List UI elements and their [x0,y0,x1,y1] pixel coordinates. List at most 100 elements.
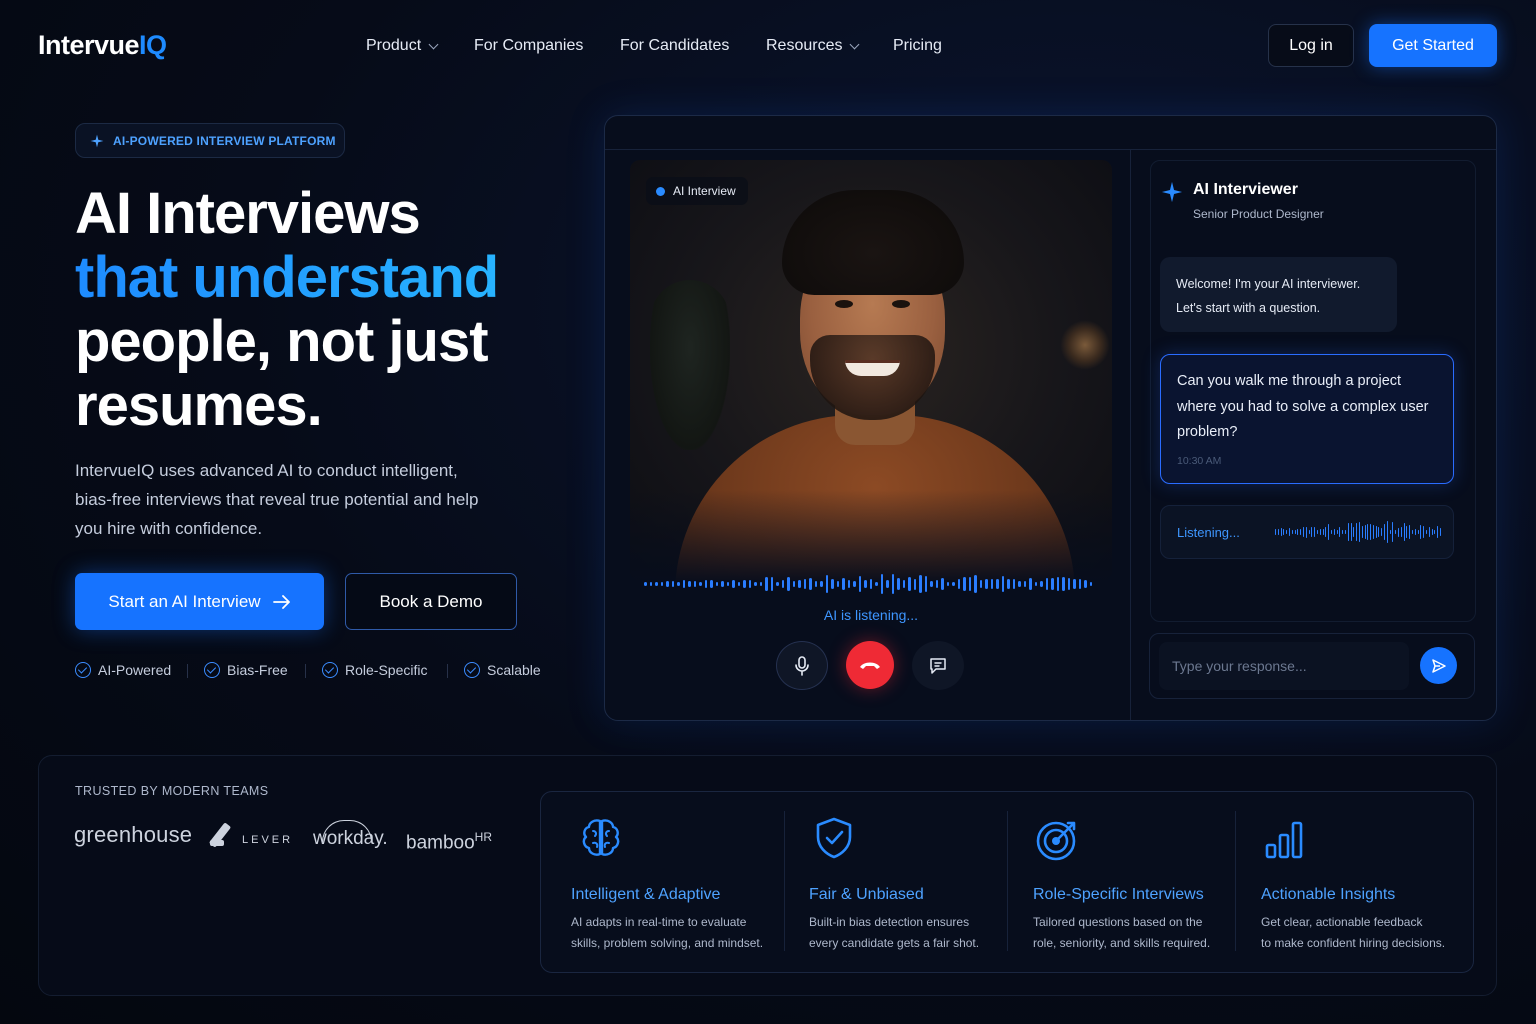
waveform-bar [825,575,828,593]
waveform-bar [748,580,751,588]
end-call-button[interactable] [846,641,894,689]
candidate-hair [782,190,964,295]
response-input[interactable] [1159,642,1409,690]
waveform-bar [941,578,944,590]
feature-desc-line: AI adapts in real-time to evaluate [571,915,747,929]
nav-item-label: Resources [766,37,843,54]
lever-mark-icon [210,822,234,846]
waveform-bar [913,578,916,590]
feature-title: Fair & Unbiased [809,886,924,903]
welcome-line: Let's start with a question. [1176,301,1321,315]
waveform-bar [1023,580,1026,588]
waveform-bar [759,582,762,586]
hero-title-line4: resumes. [75,373,323,438]
feature-tag-label: Role-Specific [345,662,428,678]
sparkle-icon [1161,181,1183,203]
nav-item-product[interactable]: Product [366,37,439,55]
bamboohr-logo: bambooHR [406,830,492,854]
welcome-line: Welcome! I'm your AI interviewer. [1176,277,1361,291]
chat-button[interactable] [912,641,964,690]
waveform-bar [1089,582,1092,586]
nav-item-for-companies[interactable]: For Companies [474,37,583,55]
waveform-bar [660,581,663,586]
waveform-bar [776,581,779,587]
nav-item-label: Pricing [893,37,942,54]
waveform-bar [809,577,812,591]
get-started-button[interactable]: Get Started [1369,24,1497,67]
waveform-bar [792,581,795,587]
logo-main-text: Intervue [38,30,140,60]
waveform-bar [1073,578,1076,590]
feature-title: Actionable Insights [1261,886,1396,903]
feature-tag-scalable: Scalable [464,662,541,678]
logo-accent-text: IQ [139,30,167,60]
waveform-bar [655,582,658,586]
brain-icon [582,819,620,856]
check-circle-icon [464,662,480,678]
waveform-bar [897,578,900,590]
feature-title: Role-Specific Interviews [1033,886,1204,903]
waveform-bar [908,576,911,592]
shield-check-icon [816,817,852,859]
waveform-bar [715,582,718,586]
nav-item-resources[interactable]: Resources [766,37,860,55]
waveform-bar [836,580,839,588]
waveform-bar [726,581,729,587]
waveform-bar [666,581,669,587]
feature-tag-label: AI-Powered [98,662,172,678]
brand-logo[interactable]: IntervueIQ [38,30,167,61]
divider [784,811,785,951]
arrow-right-icon [272,594,290,609]
listening-label: Listening... [1177,524,1240,540]
waveform-bar [858,576,861,592]
waveform-bar [886,580,889,588]
waveform-bar [1084,579,1087,589]
waveform-bar [1034,581,1037,587]
send-button[interactable] [1420,647,1457,684]
candidate-eye [835,300,853,308]
sparkle-icon [90,134,104,147]
waveform-bar [721,580,724,588]
trusted-label: TRUSTED BY MODERN TEAMS [75,784,269,798]
panel-divider [1130,150,1131,720]
nav-item-label: For Companies [474,37,584,54]
waveform-bar [968,577,971,591]
divider [187,664,188,678]
feature-description: Built-in bias detection ensures every can… [809,912,1014,954]
waveform-bar [902,580,905,588]
start-ai-interview-button[interactable]: Start an AI Interview [75,573,324,630]
divider [305,664,306,678]
waveform-bar [743,579,746,589]
candidate-eye [892,300,910,308]
workday-logo: workday. [313,828,388,849]
microphone-button[interactable] [776,641,828,690]
nav-item-for-candidates[interactable]: For Candidates [620,37,729,55]
check-circle-icon [75,662,91,678]
book-demo-button[interactable]: Book a Demo [345,573,517,630]
question-text: Can you walk me through a project where … [1177,373,1429,440]
waveform-bar [864,579,867,589]
waveform-bar [847,579,850,589]
candidate-smile [845,360,900,376]
nav-item-pricing[interactable]: Pricing [893,37,942,55]
hero-description: IntervueIQ uses advanced AI to conduct i… [75,461,479,538]
waveform-bar [1045,577,1048,591]
candidate-beard [810,335,935,420]
waveform-bar [990,578,993,590]
feature-tag-bias-free: Bias-Free [204,662,288,678]
waveform-bar [682,580,685,588]
check-circle-icon [322,662,338,678]
waveform-bar [946,581,949,587]
feature-tag-ai-powered: AI-Powered [75,662,171,678]
phone-hangup-icon [860,662,880,669]
greenhouse-logo: greenhouse [74,822,193,847]
login-button[interactable]: Log in [1268,24,1354,67]
question-message: Can you walk me through a project where … [1160,354,1454,484]
waveform-bar [1078,579,1081,589]
bar-chart-icon [1265,821,1303,859]
feature-description: AI adapts in real-time to evaluate skills… [571,912,776,954]
hero-title-line2: that understand [75,245,499,310]
feature-description: Tailored questions based on the role, sen… [1033,912,1238,954]
message-timestamp: 10:30 AM [1177,454,1222,467]
interviewer-title: AI Interviewer [1193,181,1298,198]
